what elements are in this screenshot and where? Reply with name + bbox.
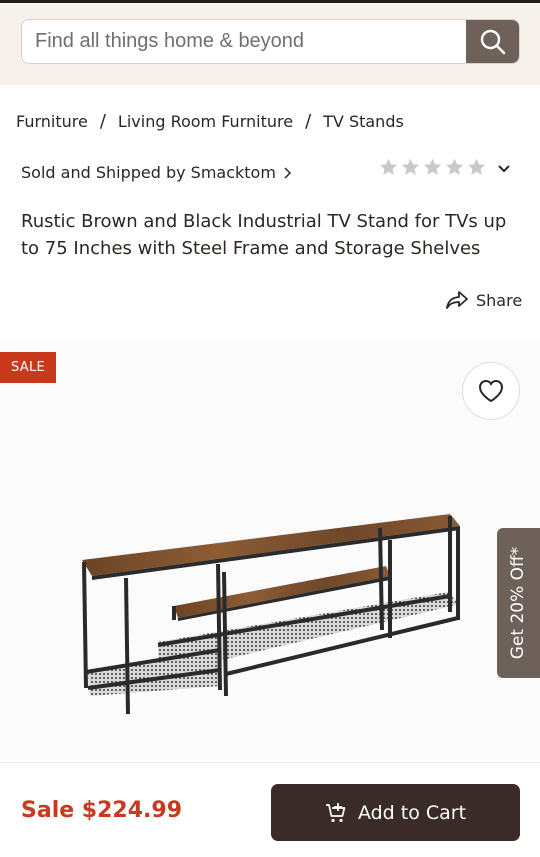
seller-link[interactable]: Sold and Shipped by Smacktom (21, 163, 292, 182)
search-input[interactable] (22, 20, 468, 63)
add-to-cart-button[interactable]: Add to Cart (271, 784, 520, 841)
breadcrumb-living-room-furniture[interactable]: Living Room Furniture (118, 112, 293, 131)
search-bar (21, 19, 520, 64)
share-icon (445, 288, 469, 312)
sale-badge: SALE (0, 352, 56, 383)
star-rating[interactable] (378, 157, 487, 178)
search-header (0, 3, 540, 85)
star-icon (444, 157, 465, 178)
product-image-tv-stand (82, 514, 460, 715)
wishlist-button[interactable] (462, 362, 520, 420)
breadcrumb: Furniture / Living Room Furniture / TV S… (16, 111, 404, 132)
add-to-cart-label: Add to Cart (357, 801, 467, 824)
heart-icon (478, 379, 504, 403)
breadcrumb-separator: / (99, 111, 106, 132)
star-icon (378, 157, 399, 178)
share-label: Share (476, 290, 523, 310)
breadcrumb-separator: / (305, 111, 312, 132)
breadcrumb-tv-stands[interactable]: TV Stands (323, 112, 404, 131)
product-title: Rustic Brown and Black Industrial TV Sta… (21, 211, 507, 259)
star-icon (422, 157, 443, 178)
search-button[interactable] (466, 20, 519, 63)
chevron-down-icon[interactable] (496, 161, 512, 177)
search-icon (480, 29, 505, 54)
cart-add-icon (325, 802, 347, 824)
promo-tab[interactable]: Get 20% Off* (497, 528, 540, 678)
promo-label: Get 20% Off* (508, 546, 529, 660)
breadcrumb-furniture[interactable]: Furniture (16, 112, 88, 131)
star-icon (400, 157, 421, 178)
share-button[interactable]: Share (445, 288, 522, 312)
sale-price: Sale $224.99 (21, 798, 183, 823)
seller-label: Sold and Shipped by Smacktom (21, 163, 276, 182)
chevron-right-icon (283, 166, 292, 180)
star-icon (466, 157, 487, 178)
